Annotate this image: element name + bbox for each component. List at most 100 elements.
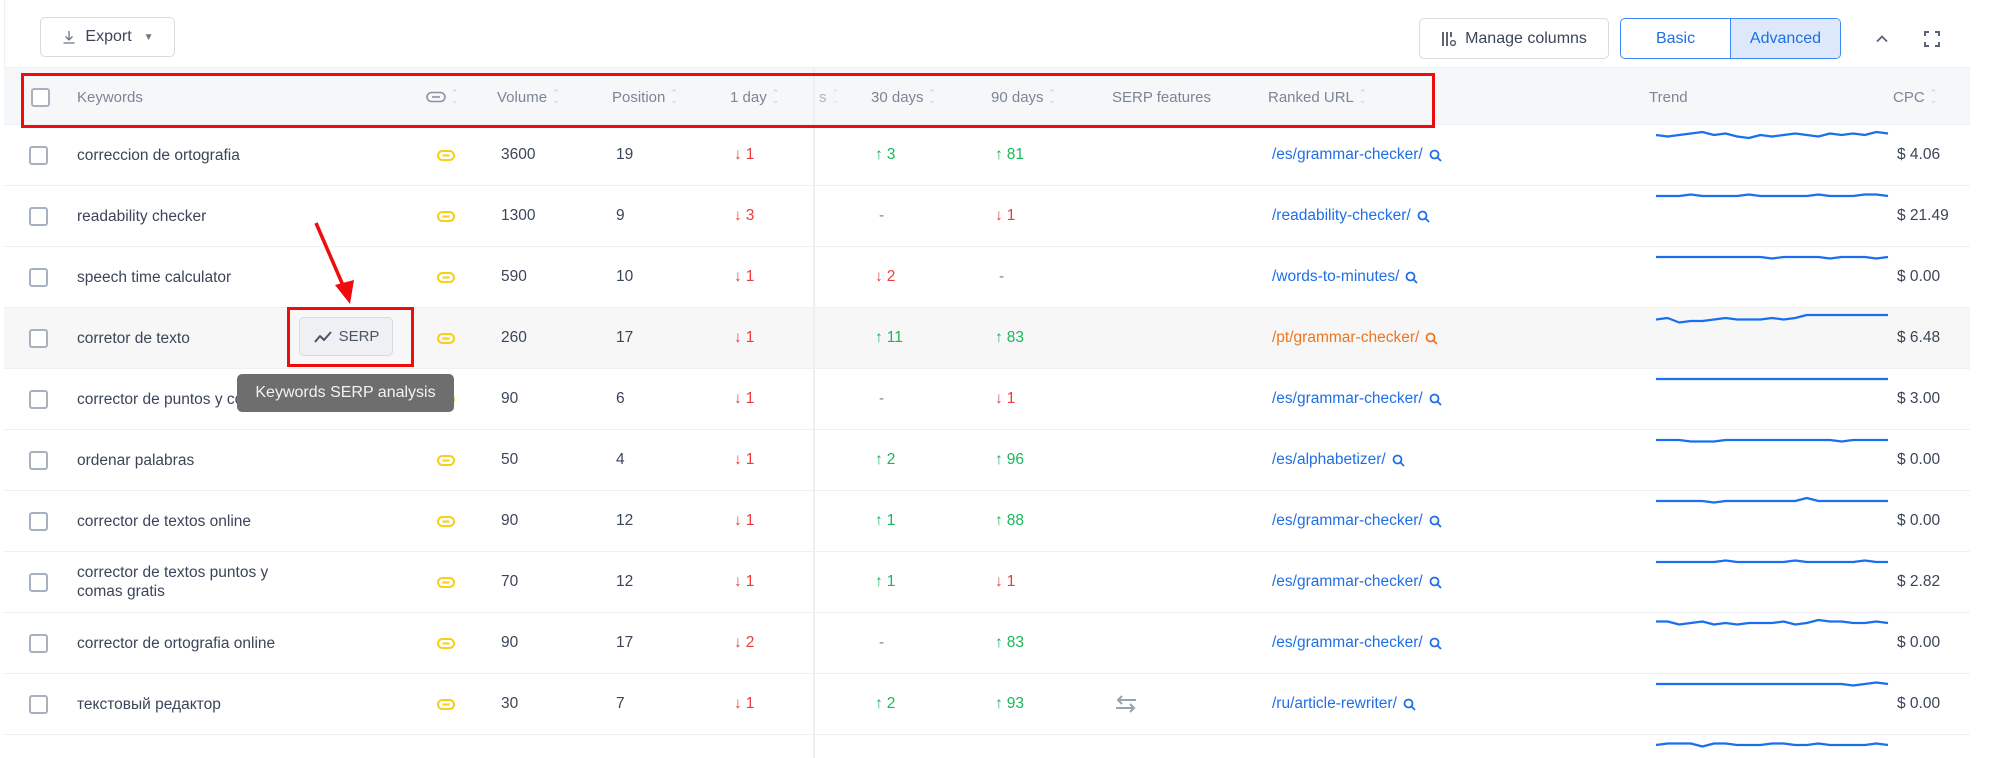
link-icon bbox=[426, 91, 446, 103]
trend-sparkline bbox=[1655, 313, 1888, 324]
row-checkbox[interactable] bbox=[29, 511, 48, 531]
change-90-days-value: 88 bbox=[1006, 512, 1024, 529]
trend-line bbox=[1656, 438, 1888, 443]
view-mode-basic[interactable]: Basic bbox=[1621, 19, 1730, 58]
trend-line bbox=[1656, 255, 1889, 260]
change-30-days: ↑ 2 bbox=[875, 674, 895, 734]
select-all-checkbox[interactable] bbox=[31, 87, 50, 107]
row-checkbox[interactable] bbox=[29, 694, 48, 714]
ranked-url-link[interactable]: /es/grammar-checker/ bbox=[1272, 491, 1442, 551]
row-checkbox[interactable] bbox=[29, 572, 48, 592]
table-row[interactable]: текстовый редактор 30 7 ↓ 1 ↑ 2 ↑ 93/ru/ar… bbox=[4, 674, 1970, 735]
change-30-days: - bbox=[875, 369, 884, 429]
export-button[interactable]: Export ▼ bbox=[40, 17, 175, 57]
row-checkbox[interactable] bbox=[29, 389, 48, 409]
view-mode-advanced[interactable]: Advanced bbox=[1730, 19, 1840, 58]
link-icon[interactable] bbox=[437, 186, 455, 246]
fullscreen-button[interactable] bbox=[1920, 27, 1944, 51]
change-90-days-value: 83 bbox=[1006, 634, 1024, 651]
cpc-cell: $ 0.00 bbox=[1897, 512, 1941, 529]
row-checkbox[interactable] bbox=[29, 145, 48, 165]
ranked-url-link[interactable]: /words-to-minutes/ bbox=[1272, 247, 1419, 307]
link-icon[interactable] bbox=[437, 125, 455, 185]
ranked-url-link[interactable]: /es/grammar-checker/ bbox=[1272, 613, 1442, 673]
link-icon[interactable] bbox=[437, 674, 455, 734]
change-90-days-value: 1 bbox=[1006, 390, 1016, 407]
link-icon[interactable] bbox=[437, 613, 455, 673]
row-checkbox[interactable] bbox=[29, 267, 48, 287]
change-90-days-value: 96 bbox=[1006, 451, 1024, 468]
table-row[interactable]: corrector de textos online 90 12 ↓ 1 ↑ 1 ↑… bbox=[4, 491, 1970, 552]
search-icon[interactable] bbox=[1417, 210, 1430, 223]
link-icon[interactable] bbox=[437, 491, 455, 551]
ranked-url-link[interactable]: /es/alphabetizer/ bbox=[1272, 430, 1405, 490]
table-row[interactable]: readability checker 1300 9 ↓ 3 - ↓ 1/reada… bbox=[4, 186, 1970, 247]
table-row[interactable]: ordenar palabras 50 4 ↓ 1 ↑ 2 ↑ 96/es/alph… bbox=[4, 430, 1970, 491]
volume-cell: 1300 bbox=[501, 207, 536, 224]
ranked-url-link[interactable]: /pt/grammar-checker/ bbox=[1272, 308, 1438, 368]
trend-sparkline bbox=[1656, 681, 1889, 687]
search-icon[interactable] bbox=[1392, 454, 1405, 467]
header-1-day[interactable]: 1 day ⌃ ⌄ bbox=[730, 68, 779, 126]
header-30-days[interactable]: 30 days ⌃ ⌄ bbox=[871, 68, 936, 126]
header-trend: Trend bbox=[1649, 88, 1688, 106]
ranked-url-link[interactable]: /readability-checker/ bbox=[1272, 186, 1430, 246]
table-row[interactable]: corrector de ortografia online 90 17 ↓ 2 -… bbox=[4, 613, 1970, 674]
trend-sparkline bbox=[1656, 255, 1889, 260]
arrow-up-icon: ↑ bbox=[995, 512, 1003, 529]
cpc-cell: $ 4.06 bbox=[1897, 146, 1941, 163]
table-row[interactable]: speech time calculator 590 10 ↓ 1 ↓ 2 - /wo… bbox=[4, 247, 1970, 308]
table-row[interactable]: corrector de textos puntos y comas grati… bbox=[4, 552, 1970, 613]
link-icon[interactable] bbox=[437, 430, 455, 490]
search-icon[interactable] bbox=[1429, 393, 1442, 406]
search-icon[interactable] bbox=[1405, 271, 1419, 284]
keyword-cell: corretor de texto bbox=[77, 329, 190, 347]
position-cell: 9 bbox=[616, 207, 625, 224]
change-1-day-value: 1 bbox=[745, 329, 755, 346]
manage-columns-button[interactable]: Manage columns bbox=[1419, 18, 1609, 59]
collapse-button[interactable] bbox=[1870, 27, 1894, 51]
row-checkbox[interactable] bbox=[29, 633, 48, 653]
header-7-days-partial[interactable]: s ⌃ ⌄ bbox=[819, 68, 839, 126]
change-90-days: ↑ 93 bbox=[995, 674, 1024, 734]
ranked-url-link[interactable]: /es/grammar-checker/ bbox=[1272, 552, 1442, 612]
header-cpc[interactable]: CPC ⌃ ⌄ bbox=[1893, 68, 1937, 126]
change-90-days: ↑ 88 bbox=[995, 491, 1024, 551]
search-icon[interactable] bbox=[1425, 332, 1438, 345]
ranked-url-link[interactable]: /es/grammar-checker/ bbox=[1272, 369, 1442, 429]
row-select-cell bbox=[29, 613, 48, 673]
cpc-cell: $ 3.00 bbox=[1897, 390, 1941, 407]
table-row[interactable]: correccion de ortografia 3600 19 ↓ 1 ↑ 3 ↑… bbox=[4, 125, 1970, 186]
header-keywords[interactable]: Keywords bbox=[77, 68, 143, 126]
arrow-down-icon: ↓ bbox=[734, 207, 742, 224]
search-icon[interactable] bbox=[1429, 515, 1442, 528]
header-link[interactable]: ⌃ ⌄ bbox=[426, 68, 459, 126]
ranked-url-text: /words-to-minutes/ bbox=[1272, 268, 1400, 285]
columns-icon bbox=[1442, 31, 1457, 46]
search-icon[interactable] bbox=[1403, 698, 1416, 711]
header-90-days[interactable]: 90 days ⌃ ⌄ bbox=[991, 68, 1056, 126]
search-icon[interactable] bbox=[1429, 637, 1442, 650]
serp-analysis-button[interactable]: SERP bbox=[299, 317, 393, 356]
ranked-url-link[interactable]: /es/grammar-checker/ bbox=[1272, 125, 1442, 185]
table-row[interactable] bbox=[4, 735, 1970, 758]
trend-line bbox=[1656, 193, 1889, 198]
header-position[interactable]: Position ⌃ ⌄ bbox=[612, 68, 678, 126]
link-icon[interactable] bbox=[437, 247, 455, 307]
header-ranked-url[interactable]: Ranked URL ⌃ ⌄ bbox=[1268, 68, 1366, 126]
link-icon[interactable] bbox=[437, 308, 455, 368]
ranked-url-link[interactable]: /ru/article-rewriter/ bbox=[1272, 674, 1416, 734]
change-30-days-value: 2 bbox=[886, 695, 896, 712]
header-volume[interactable]: Volume ⌃ ⌄ bbox=[497, 68, 560, 126]
row-checkbox[interactable] bbox=[29, 328, 48, 348]
row-checkbox[interactable] bbox=[29, 450, 48, 470]
change-30-days-value: 1 bbox=[886, 512, 896, 529]
arrow-up-icon: ↑ bbox=[875, 512, 883, 529]
row-checkbox[interactable] bbox=[29, 206, 48, 226]
arrow-down-icon: ↓ bbox=[734, 634, 742, 651]
keyword-cell: correccion de ortografia bbox=[77, 146, 240, 164]
link-icon[interactable] bbox=[437, 552, 455, 612]
header-7-days-label: s bbox=[819, 88, 827, 106]
search-icon[interactable] bbox=[1429, 576, 1442, 589]
search-icon[interactable] bbox=[1429, 149, 1442, 162]
